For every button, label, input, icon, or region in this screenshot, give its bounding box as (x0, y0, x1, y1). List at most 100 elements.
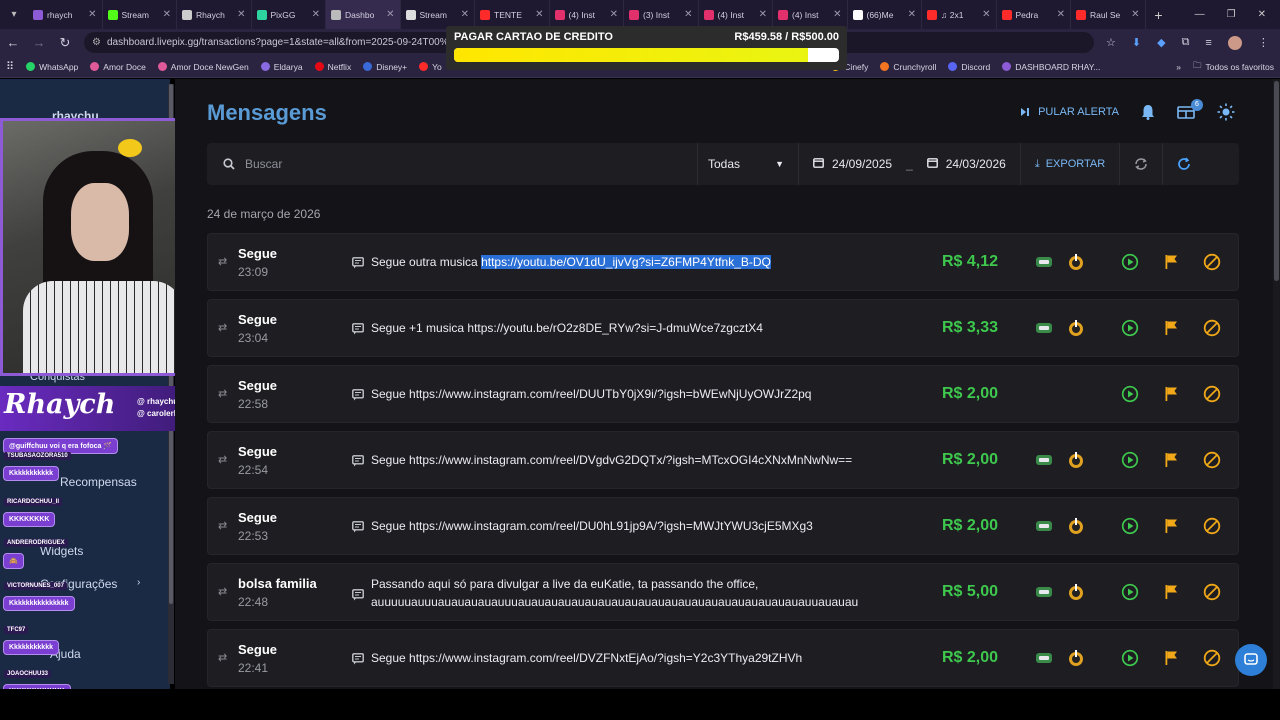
profile-avatar[interactable] (1227, 35, 1242, 50)
tab-close-icon[interactable]: ✕ (982, 9, 990, 20)
report-flag-button[interactable] (1161, 252, 1181, 272)
browser-tab[interactable]: Stream ✕ (401, 0, 475, 29)
bookmark-item[interactable]: DASHBOARD RHAY... (996, 62, 1106, 72)
back-icon[interactable]: ← (0, 35, 26, 50)
search-input[interactable]: Buscar (207, 143, 697, 185)
reload-icon[interactable]: ↻ (52, 35, 78, 51)
report-flag-button[interactable] (1161, 516, 1181, 536)
media-alert-icon[interactable] (1066, 648, 1086, 668)
tab-close-icon[interactable]: ✕ (461, 9, 469, 20)
report-flag-button[interactable] (1161, 648, 1181, 668)
browser-tab[interactable]: (4) Inst ✕ (773, 0, 848, 29)
tab-close-icon[interactable]: ✕ (386, 9, 394, 20)
browser-tab[interactable]: PixGG ✕ (252, 0, 326, 29)
replay-alert-button[interactable] (1120, 648, 1140, 668)
tab-close-icon[interactable]: ✕ (1057, 9, 1065, 20)
media-alert-icon[interactable] (1066, 582, 1086, 602)
replay-alert-button[interactable] (1120, 450, 1140, 470)
tab-close-icon[interactable]: ✕ (535, 9, 543, 20)
export-button[interactable]: ⤓ EXPORTAR (1021, 158, 1119, 171)
tab-close-icon[interactable]: ✕ (833, 9, 841, 20)
replay-alert-button[interactable] (1120, 582, 1140, 602)
tts-voice-icon[interactable] (1034, 516, 1054, 536)
extension-icon[interactable]: ◆ (1157, 36, 1165, 49)
tab-close-icon[interactable]: ✕ (684, 9, 692, 20)
status-filter-select[interactable]: Todas ▼ (698, 143, 798, 185)
bookmark-item[interactable]: Crunchyroll (874, 62, 942, 72)
bookmark-star-icon[interactable]: ☆ (1106, 36, 1116, 49)
tab-search-icon[interactable]: ▾ (0, 9, 28, 20)
block-donor-button[interactable] (1202, 648, 1222, 668)
sidebar-item-recompensas[interactable]: Recompensas (60, 475, 137, 489)
tab-close-icon[interactable]: ✕ (237, 9, 245, 20)
bookmark-item[interactable]: Netflix (309, 62, 358, 72)
date-to-picker[interactable]: 24/03/2026 (913, 157, 1020, 171)
download-icon[interactable]: ⬇ (1132, 36, 1141, 49)
gift-icon[interactable]: 6 (1177, 99, 1203, 119)
block-donor-button[interactable] (1202, 450, 1222, 470)
report-flag-button[interactable] (1161, 582, 1181, 602)
theme-sun-icon[interactable] (1217, 103, 1235, 121)
bookmark-item[interactable]: Disney+ (357, 62, 413, 72)
page-scrollbar[interactable] (1273, 79, 1280, 689)
bookmark-item[interactable]: Amor Doce NewGen (152, 62, 255, 72)
bookmark-item[interactable]: Discord (942, 62, 996, 72)
bookmark-item[interactable]: Eldarya (255, 62, 309, 72)
tab-close-icon[interactable]: ✕ (908, 9, 916, 20)
tab-close-icon[interactable]: ✕ (759, 9, 767, 20)
forward-icon[interactable]: → (26, 35, 52, 50)
block-donor-button[interactable] (1202, 516, 1222, 536)
replay-alert-button[interactable] (1120, 252, 1140, 272)
browser-tab[interactable]: ♫ 2x1 ✕ (922, 0, 997, 29)
skip-alert-button[interactable]: PULAR ALERTA (1020, 106, 1119, 118)
tts-voice-icon[interactable] (1034, 318, 1054, 338)
media-alert-icon[interactable] (1066, 516, 1086, 536)
media-alert-icon[interactable] (1066, 450, 1086, 470)
browser-tab[interactable]: (66)Me ✕ (848, 0, 922, 29)
browser-tab[interactable]: Dashbo ✕ (326, 0, 401, 29)
report-flag-button[interactable] (1161, 318, 1181, 338)
tab-close-icon[interactable]: ✕ (88, 9, 96, 20)
browser-tab[interactable]: TENTE ✕ (475, 0, 550, 29)
bookmark-item[interactable]: Amor Doce (84, 62, 152, 72)
sync-button[interactable] (1120, 143, 1162, 185)
all-favorites-folder[interactable]: 🗀 Todos os favoritos (1187, 60, 1280, 74)
browser-tab[interactable]: Rhaych ✕ (177, 0, 252, 29)
maximize-icon[interactable]: ❐ (1227, 9, 1236, 20)
site-info-icon[interactable]: ⚙ (92, 37, 101, 48)
date-from-picker[interactable]: 24/09/2025 (799, 157, 906, 171)
browser-tab[interactable]: (3) Inst ✕ (624, 0, 699, 29)
tab-close-icon[interactable]: ✕ (610, 9, 618, 20)
browser-tab[interactable]: rhaych ✕ (28, 0, 103, 29)
tts-voice-icon[interactable] (1034, 582, 1054, 602)
tab-close-icon[interactable]: ✕ (312, 9, 320, 20)
replay-alert-button[interactable] (1120, 384, 1140, 404)
chat-support-button[interactable] (1235, 644, 1267, 676)
browser-tab[interactable]: (4) Inst ✕ (550, 0, 624, 29)
bookmark-item[interactable]: Yo (413, 62, 448, 72)
message-link-selected[interactable]: https://youtu.be/OV1dU_ijvVg?si=Z6FMP4Yt… (481, 255, 771, 269)
media-alert-icon[interactable] (1066, 252, 1086, 272)
browser-tab[interactable]: Stream ✕ (103, 0, 177, 29)
media-alert-icon[interactable] (1066, 318, 1086, 338)
media-control-icon[interactable]: ≡ (1205, 37, 1211, 49)
apps-grid-icon[interactable]: ⠿ (0, 60, 20, 73)
browser-tab[interactable]: (4) Inst ✕ (699, 0, 773, 29)
refresh-button[interactable] (1163, 143, 1205, 185)
browser-menu-icon[interactable]: ⋮ (1258, 36, 1269, 49)
report-flag-button[interactable] (1161, 384, 1181, 404)
block-donor-button[interactable] (1202, 582, 1222, 602)
extensions-puzzle-icon[interactable]: ⧉ (1182, 36, 1190, 49)
block-donor-button[interactable] (1202, 384, 1222, 404)
tts-voice-icon[interactable] (1034, 450, 1054, 470)
bell-icon[interactable] (1141, 104, 1155, 120)
replay-alert-button[interactable] (1120, 318, 1140, 338)
block-donor-button[interactable] (1202, 318, 1222, 338)
tts-voice-icon[interactable] (1034, 252, 1054, 272)
tts-voice-icon[interactable] (1034, 648, 1054, 668)
more-bookmarks-icon[interactable]: » (1170, 62, 1187, 72)
tab-close-icon[interactable]: ✕ (163, 9, 171, 20)
tab-close-icon[interactable]: ✕ (1131, 9, 1139, 20)
close-window-icon[interactable]: ✕ (1258, 9, 1266, 20)
browser-tab[interactable]: Raul Se ✕ (1071, 0, 1146, 29)
